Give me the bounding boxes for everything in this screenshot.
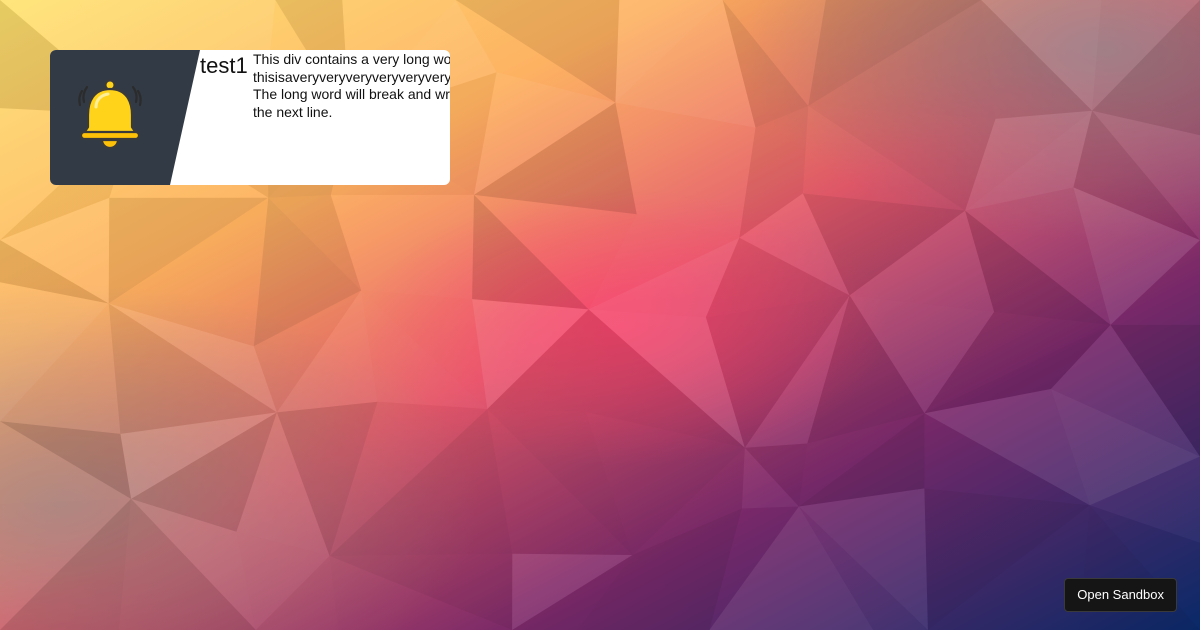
notification-icon-panel — [50, 50, 200, 185]
open-sandbox-button[interactable]: Open Sandbox — [1064, 578, 1177, 612]
message-line: The long word will break and wrap to — [253, 86, 450, 102]
notification-card: test1 This div contains a very long word… — [50, 50, 450, 185]
message-line: the next line. — [253, 103, 333, 120]
message-line: This div contains a very long word: — [253, 51, 450, 67]
message-line: thisisaveryveryveryveryveryverylongword. — [253, 68, 450, 85]
bell-icon — [78, 79, 142, 150]
notification-title: test1 — [200, 53, 248, 78]
notification-message: This div contains a very long word: this… — [253, 51, 450, 121]
